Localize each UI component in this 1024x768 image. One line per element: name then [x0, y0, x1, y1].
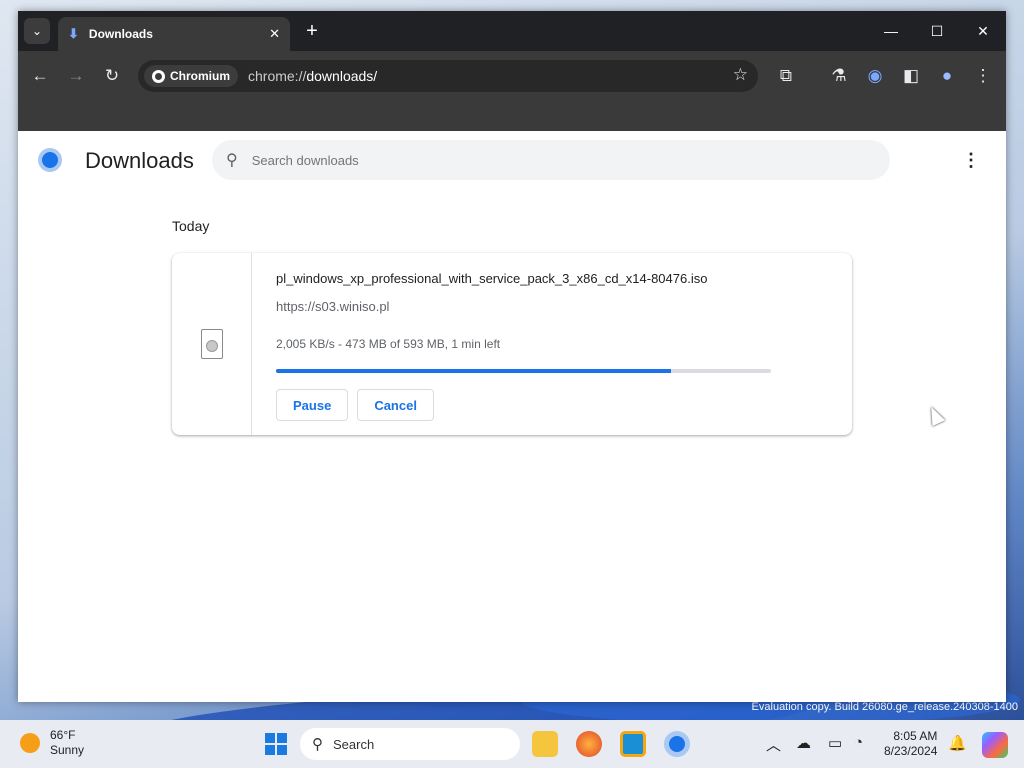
search-box[interactable]: ⚲: [212, 140, 890, 180]
volume-icon[interactable]: ◔: [854, 734, 863, 751]
download-item: pl_windows_xp_professional_with_service_…: [172, 253, 852, 435]
network-icon[interactable]: ▭: [828, 734, 842, 752]
downloads-page: Downloads ⚲ ⋮ Today pl_windows_xp_profes…: [18, 131, 1006, 702]
labs-flask-icon[interactable]: ⚗: [826, 63, 852, 89]
download-status-icon[interactable]: ◉: [862, 63, 888, 89]
file-explorer-icon[interactable]: [532, 731, 558, 757]
download-status: 2,005 KB/s - 473 MB of 593 MB, 1 min lef…: [276, 337, 501, 351]
minimize-button[interactable]: —: [868, 11, 914, 51]
download-filename[interactable]: pl_windows_xp_professional_with_service_…: [276, 271, 771, 286]
taskbar: 66°F Sunny ⚲ Search ︿ ☁ ▭ ◔ 8:05 AM 8/23…: [0, 720, 1024, 768]
temperature: 66°F: [50, 728, 76, 742]
profile-avatar-icon[interactable]: ●: [934, 63, 960, 89]
url-path: downloads/: [306, 68, 378, 84]
extensions-icon[interactable]: ⧉: [773, 63, 799, 89]
firefox-icon[interactable]: [576, 731, 602, 757]
maximize-button[interactable]: ☐: [914, 11, 960, 51]
sun-icon: [20, 733, 40, 753]
download-actions: Pause Cancel: [276, 389, 771, 421]
back-icon[interactable]: ←: [27, 63, 53, 89]
bookmark-star-icon[interactable]: ☆: [733, 65, 748, 85]
close-tab-icon[interactable]: ✕: [269, 26, 280, 42]
download-details: pl_windows_xp_professional_with_service_…: [252, 253, 795, 435]
taskbar-search[interactable]: ⚲ Search: [300, 728, 520, 760]
tab-title: Downloads: [88, 27, 153, 41]
search-input[interactable]: [251, 152, 812, 168]
evaluation-watermark: Evaluation copy. Build 26080.ge_release.…: [751, 701, 1018, 713]
site-info-chip[interactable]: Chromium: [144, 65, 238, 87]
search-icon: ⚲: [312, 736, 323, 753]
url-text: chrome://downloads/: [248, 68, 377, 84]
weather-condition: Sunny: [50, 743, 85, 757]
show-hidden-icons-icon[interactable]: ︿: [766, 734, 781, 755]
vmware-icon[interactable]: [620, 731, 646, 757]
taskbar-search-label: Search: [333, 736, 375, 752]
chromium-taskbar-icon[interactable]: [664, 731, 690, 757]
progress-fill: [276, 369, 671, 373]
tab-downloads[interactable]: ⬇ Downloads ✕: [58, 17, 290, 51]
forward-icon[interactable]: →: [63, 63, 89, 89]
download-progress-bar: [276, 369, 771, 373]
search-icon: ⚲: [226, 152, 238, 169]
title-bar: ⌄ ⬇ Downloads ✕ + — ☐ ✕: [18, 11, 1006, 51]
browser-window: ⌄ ⬇ Downloads ✕ + — ☐ ✕ ← → ↻ Chromium c…: [18, 11, 1006, 702]
cancel-button[interactable]: Cancel: [357, 389, 434, 421]
side-panel-icon[interactable]: ◧: [898, 63, 924, 89]
url-prefix: chrome://: [248, 68, 307, 84]
clock-time: 8:05 AM: [893, 729, 938, 743]
file-icon-column: [172, 253, 252, 435]
date-group-label: Today: [172, 218, 210, 234]
chevron-down-icon: ⌄: [31, 24, 43, 38]
chromium-logo-icon: [152, 69, 165, 83]
page-title: Downloads: [85, 148, 194, 173]
tab-search-button[interactable]: ⌄: [24, 18, 50, 44]
start-button[interactable]: [265, 733, 287, 755]
download-icon: ⬇: [68, 26, 79, 41]
disc-image-file-icon: [200, 329, 223, 359]
address-bar[interactable]: Chromium chrome://downloads/ ☆: [138, 60, 758, 92]
menu-kebab-icon[interactable]: ⋮: [970, 63, 996, 89]
close-window-button[interactable]: ✕: [960, 11, 1006, 51]
clock[interactable]: 8:05 AM 8/23/2024: [884, 729, 937, 759]
weather-widget[interactable]: 66°F Sunny: [20, 728, 84, 758]
notifications-bell-icon[interactable]: 🔔: [948, 734, 967, 752]
cloud-offline-icon[interactable]: ☁: [796, 734, 811, 752]
chip-label: Chromium: [170, 69, 230, 83]
new-tab-button[interactable]: +: [300, 19, 324, 43]
toolbar: ← → ↻ Chromium chrome://downloads/ ☆ ⧉ ⚗…: [18, 51, 1006, 131]
reload-icon[interactable]: ↻: [99, 63, 125, 89]
chromium-logo-icon: [38, 148, 62, 172]
page-menu-icon[interactable]: ⋮: [962, 149, 980, 171]
download-source-url[interactable]: https://s03.winiso.pl: [276, 299, 771, 314]
weather-text: 66°F Sunny: [50, 728, 84, 758]
pause-button[interactable]: Pause: [276, 389, 349, 421]
copilot-icon[interactable]: [982, 732, 1008, 758]
clock-date: 8/23/2024: [884, 744, 938, 758]
